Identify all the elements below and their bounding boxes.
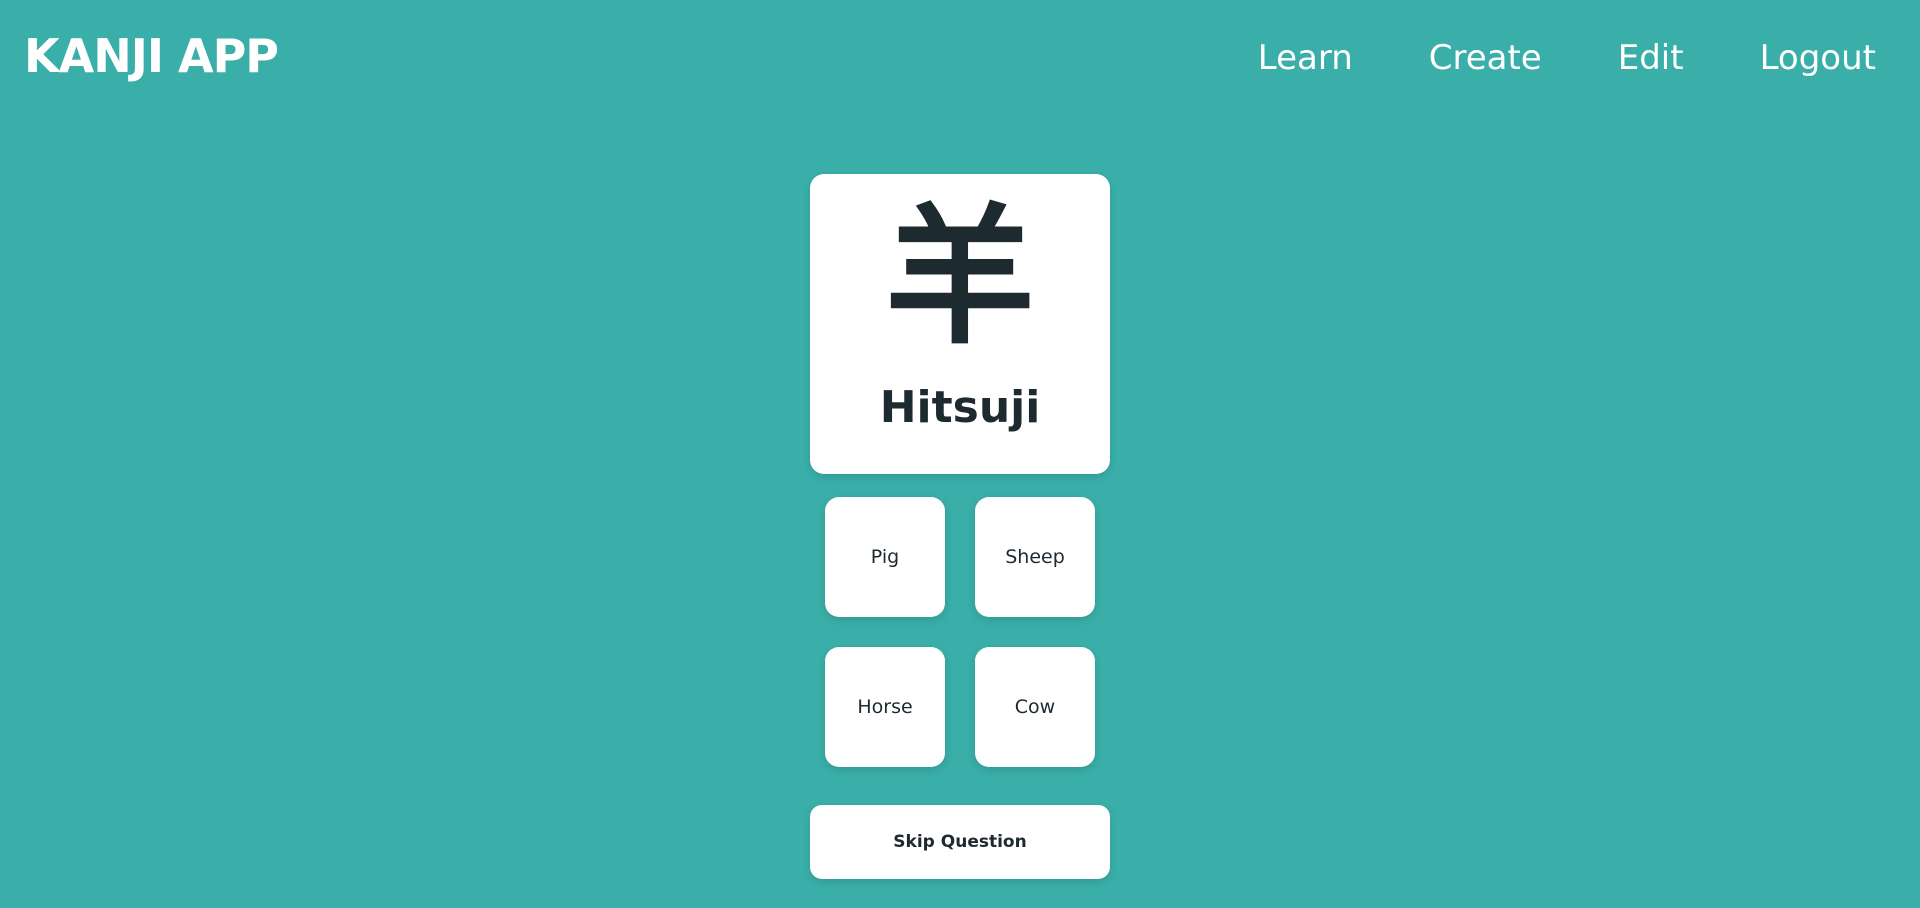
top-header: KANJI APP Learn Create Edit Logout	[0, 0, 1920, 110]
nav-create-link[interactable]: Create	[1429, 30, 1542, 86]
kanji-reading: Hitsuji	[879, 382, 1041, 433]
main-nav: Learn Create Edit Logout	[1258, 30, 1876, 86]
answer-option-horse[interactable]: Horse	[825, 647, 945, 767]
nav-learn-link[interactable]: Learn	[1258, 30, 1353, 86]
kanji-character: 羊	[884, 191, 1035, 365]
answer-option-pig[interactable]: Pig	[825, 497, 945, 617]
nav-logout-link[interactable]: Logout	[1760, 30, 1876, 86]
kanji-flashcard: 羊 Hitsuji	[810, 174, 1110, 474]
answer-option-sheep[interactable]: Sheep	[975, 497, 1095, 617]
answer-option-cow[interactable]: Cow	[975, 647, 1095, 767]
skip-question-button[interactable]: Skip Question	[810, 805, 1110, 879]
nav-edit-link[interactable]: Edit	[1618, 30, 1684, 86]
app-logo[interactable]: KANJI APP	[24, 26, 279, 86]
